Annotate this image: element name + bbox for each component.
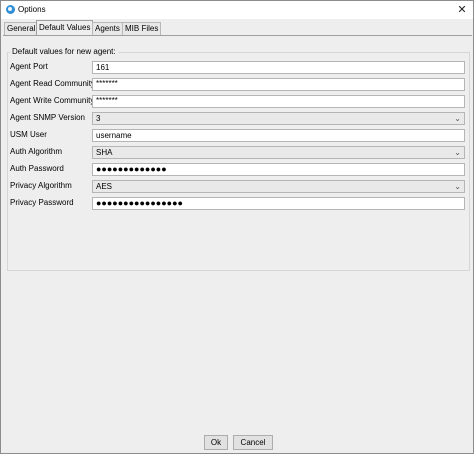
cancel-button[interactable]: Cancel [233,435,273,450]
window-title: Options [18,5,46,14]
auth-password-label: Auth Password [10,164,64,173]
group-title: Default values for new agent: [10,47,118,56]
auth-password-field[interactable]: ●●●●●●●●●●●●● [92,163,465,176]
privacy-algorithm-label: Privacy Algorithm [10,181,72,190]
usm-user-value: username [96,131,132,140]
write-community-label: Agent Write Community [10,96,95,105]
privacy-algorithm-select[interactable]: AES ⌄ [92,180,465,193]
privacy-password-label: Privacy Password [10,198,74,207]
usm-user-label: USM User [10,130,47,139]
tab-mib-files[interactable]: MIB Files [122,22,162,35]
auth-password-value: ●●●●●●●●●●●●● [96,164,167,174]
read-community-value: ******* [96,79,118,88]
tab-general[interactable]: General [4,22,39,35]
snmp-version-label: Agent SNMP Version [10,113,86,122]
auth-algorithm-label: Auth Algorithm [10,147,63,156]
options-dialog: Options ✕ General Default Values Agents … [0,0,474,454]
write-community-value: ******* [96,96,118,105]
auth-algorithm-select[interactable]: SHA ⌄ [92,146,465,159]
read-community-field[interactable]: ******* [92,78,465,91]
tab-agents[interactable]: Agents [92,22,123,35]
agent-port-label: Agent Port [10,62,48,71]
chevron-down-icon: ⌄ [454,182,461,191]
usm-user-field[interactable]: username [92,129,465,142]
app-logo-icon [6,5,15,14]
chevron-down-icon: ⌄ [454,148,461,157]
close-icon[interactable]: ✕ [452,1,472,19]
privacy-password-field[interactable]: ●●●●●●●●●●●●●●●● [92,197,465,210]
write-community-field[interactable]: ******* [92,95,465,108]
chevron-down-icon: ⌄ [454,114,461,123]
snmp-version-select[interactable]: 3 ⌄ [92,112,465,125]
tab-default-values[interactable]: Default Values [36,20,94,35]
privacy-algorithm-value: AES [96,182,113,191]
snmp-version-value: 3 [96,114,101,123]
read-community-label: Agent Read Community [10,79,95,88]
auth-algorithm-value: SHA [96,148,113,157]
tab-bar: General Default Values Agents MIB Files [1,20,473,35]
ok-button[interactable]: Ok [204,435,228,450]
title-bar: Options ✕ [1,1,473,19]
tab-content: Default values for new agent: [3,35,472,426]
agent-port-value: 161 [96,63,110,72]
privacy-password-value: ●●●●●●●●●●●●●●●● [96,198,183,208]
agent-port-field[interactable]: 161 [92,61,465,74]
